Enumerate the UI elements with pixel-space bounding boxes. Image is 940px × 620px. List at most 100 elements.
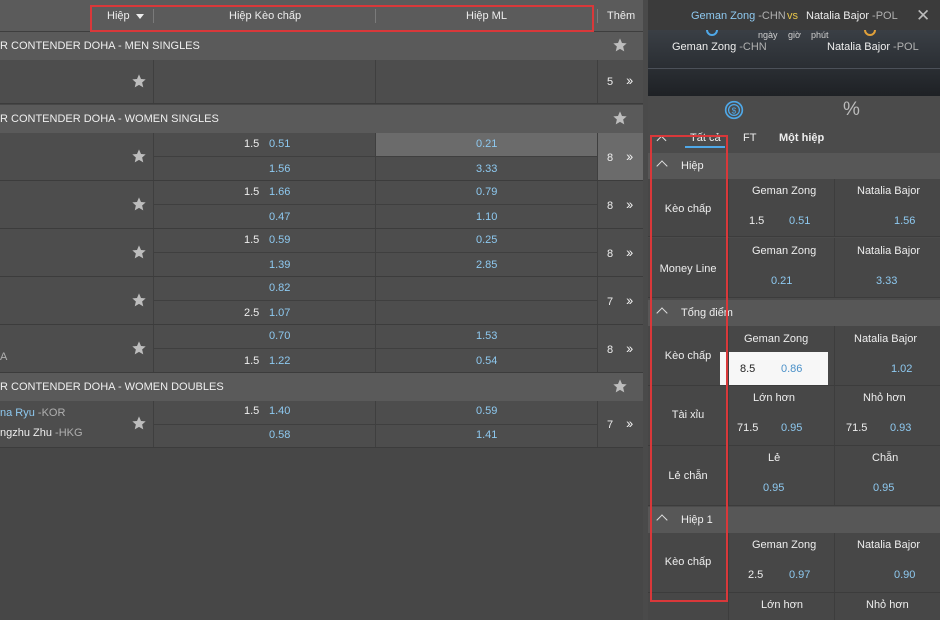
selection-name: Lớn hơn: [761, 599, 803, 611]
match-banner: ngày giờ phút Geman Zong -CHN Natalia Ba…: [648, 30, 940, 96]
percent-icon[interactable]: %: [843, 99, 860, 121]
odds-value[interactable]: 3.33: [476, 163, 497, 175]
more-markets-button[interactable]: 7 ››: [598, 277, 643, 324]
star-icon[interactable]: [131, 292, 147, 311]
odds-value[interactable]: 1.53: [476, 330, 497, 342]
match-title-bar: Geman Zong -CHN vs Natalia Bajor -POL ✕: [648, 0, 940, 30]
selection-name: Geman Zong: [752, 539, 817, 551]
handicap-line: 1.5: [244, 186, 260, 198]
odds-value[interactable]: 0.97: [789, 569, 810, 581]
more-markets-button[interactable]: 5 ››: [598, 60, 643, 103]
handicap-line: 1.5: [244, 405, 260, 417]
star-icon[interactable]: [131, 73, 147, 92]
odds-value[interactable]: 1.10: [476, 211, 497, 223]
odds-value[interactable]: 1.02: [891, 363, 912, 375]
double-chevron-right-icon: ››: [626, 196, 633, 212]
selection-name: Natalia Bajor: [857, 185, 920, 197]
handicap-line: 1.5: [244, 355, 260, 367]
selected-odds-cell: [720, 352, 828, 385]
match-row: 0.82 2.5 1.07 7 ››: [0, 277, 643, 325]
odds-value[interactable]: 0.21: [476, 138, 497, 150]
odds-value[interactable]: 2.85: [476, 259, 497, 271]
odds-value[interactable]: 0.51: [789, 215, 810, 227]
double-chevron-right-icon: ››: [626, 292, 633, 308]
match-row: 5 ››: [0, 60, 643, 104]
match-row: 1.5 0.59 1.39 0.25 2.85 8 ››: [0, 229, 643, 277]
home-player-name: Geman Zong: [691, 10, 756, 22]
odds-value[interactable]: 0.90: [894, 569, 915, 581]
tab-one-set[interactable]: Một hiệp: [779, 132, 824, 144]
home-jersey-icon: [706, 30, 718, 36]
selection-name: Lẻ: [768, 452, 781, 464]
away-country: -POL: [868, 10, 898, 22]
odds-value[interactable]: 0.70: [269, 330, 290, 342]
odds-value[interactable]: 0.58: [269, 429, 290, 441]
double-chevron-right-icon: ››: [626, 72, 633, 88]
handicap-line: 1.5: [244, 234, 260, 246]
countdown-minutes: phút: [811, 30, 829, 40]
team-home[interactable]: na Ryu -KOR: [0, 407, 65, 419]
away-jersey-icon: [864, 30, 876, 36]
odds-value[interactable]: 1.41: [476, 429, 497, 441]
star-icon[interactable]: [131, 244, 147, 263]
odds-value[interactable]: 0.54: [476, 355, 497, 367]
more-markets-button[interactable]: 7 ››: [598, 401, 643, 447]
odds-value[interactable]: 1.66: [269, 186, 290, 198]
league-header-men-singles[interactable]: R CONTENDER DOHA - MEN SINGLES: [0, 32, 643, 60]
league-name: R CONTENDER DOHA - WOMEN DOUBLES: [0, 381, 224, 393]
odds-value[interactable]: 0.25: [476, 234, 497, 246]
more-markets-button[interactable]: 8 ››: [598, 133, 643, 180]
star-icon[interactable]: [612, 110, 628, 129]
star-icon[interactable]: [612, 378, 628, 397]
countdown-hours: giờ: [788, 30, 801, 40]
odds-value[interactable]: 0.59: [476, 405, 497, 417]
odds-value[interactable]: 1.56: [269, 163, 290, 175]
selection-name: Lớn hơn: [753, 392, 795, 404]
odds-value[interactable]: 0.51: [269, 138, 290, 150]
more-markets-button[interactable]: 8 ››: [598, 181, 643, 228]
odds-value[interactable]: 1.56: [894, 215, 915, 227]
odds-value[interactable]: 0.21: [771, 275, 792, 287]
highlight-box-header: [90, 5, 594, 32]
bet-type-switcher: $ %: [648, 96, 940, 126]
odds-value[interactable]: 0.95: [763, 482, 784, 494]
match-row: na Ryu -KOR ngzhu Zhu -HKG 1.5 1.40 0.58…: [0, 401, 643, 448]
odds-value[interactable]: 1.22: [269, 355, 290, 367]
team-away[interactable]: ngzhu Zhu -HKG: [0, 427, 83, 439]
odds-value[interactable]: 0.82: [269, 282, 290, 294]
odds-value[interactable]: 0.93: [890, 422, 911, 434]
selection-name: Geman Zong: [752, 245, 817, 257]
odds-value[interactable]: 1.40: [269, 405, 290, 417]
league-header-women-singles[interactable]: R CONTENDER DOHA - WOMEN SINGLES: [0, 105, 643, 133]
more-markets-button[interactable]: 8 ››: [598, 229, 643, 276]
odds-value[interactable]: 0.79: [476, 186, 497, 198]
handicap-line: 71.5: [737, 422, 759, 434]
more-markets-button[interactable]: 8 ››: [598, 325, 643, 372]
header-divider: [597, 9, 598, 23]
tab-ft[interactable]: FT: [743, 132, 756, 144]
star-icon[interactable]: [131, 415, 147, 434]
highlight-box-market-labels: [650, 135, 728, 602]
handicap-line: 1.5: [244, 138, 260, 150]
market-count: 5: [607, 76, 614, 88]
away-country: -POL: [889, 41, 919, 53]
odds-value[interactable]: 0.59: [269, 234, 290, 246]
odds-value[interactable]: 1.07: [269, 307, 290, 319]
close-icon[interactable]: ✕: [916, 6, 930, 26]
handicap-line: 2.5: [244, 307, 260, 319]
dollar-coin-icon[interactable]: $: [724, 100, 744, 123]
odds-value[interactable]: 1.39: [269, 259, 290, 271]
star-icon[interactable]: [131, 340, 147, 359]
odds-value[interactable]: 0.47: [269, 211, 290, 223]
odds-value[interactable]: 3.33: [876, 275, 897, 287]
star-icon[interactable]: [131, 196, 147, 215]
star-icon[interactable]: [612, 37, 628, 56]
star-icon[interactable]: [131, 148, 147, 167]
market-count: 7: [607, 419, 614, 431]
odds-value[interactable]: 0.95: [873, 482, 894, 494]
odds-value[interactable]: 0.95: [781, 422, 802, 434]
double-chevron-right-icon: ››: [626, 340, 633, 356]
sportsbook-screen: Hiệp Hiệp Kèo chấp Hiệp ML Thêm R CONTEN…: [0, 0, 940, 620]
league-header-women-doubles[interactable]: R CONTENDER DOHA - WOMEN DOUBLES: [0, 373, 643, 401]
odds-value[interactable]: 0.86: [781, 363, 802, 375]
